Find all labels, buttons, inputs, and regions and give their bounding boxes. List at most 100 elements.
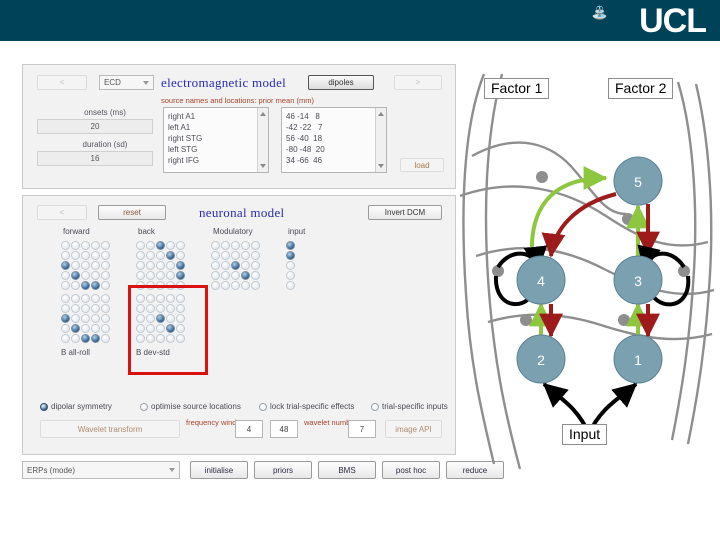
scroll-down-icon[interactable] xyxy=(378,164,384,168)
mode-select[interactable]: ERPs (mode) xyxy=(22,461,180,479)
matrix-cell-3-5[interactable] xyxy=(176,261,185,270)
matrix-cell-1-5[interactable] xyxy=(176,241,185,250)
scroll-down-icon[interactable] xyxy=(260,164,266,168)
frequency-min-input[interactable]: 4 xyxy=(235,420,263,438)
matrix-cell-1-4[interactable] xyxy=(166,241,175,250)
matrix-cell-3-2[interactable] xyxy=(221,261,230,270)
matrix-cell-2-4[interactable] xyxy=(241,251,250,260)
matrix-cell-5-1[interactable] xyxy=(286,281,295,290)
node-2[interactable]: 2 xyxy=(516,334,566,384)
matrix-cell-1-4[interactable] xyxy=(91,294,100,303)
dipoles-button[interactable]: dipoles xyxy=(308,75,374,90)
matrix-cell-1-1[interactable] xyxy=(61,241,70,250)
radio-optimise-source-locations[interactable]: optimise source locations xyxy=(140,402,241,411)
matrix-cell-4-2[interactable] xyxy=(146,271,155,280)
model-type-select[interactable]: ECD xyxy=(99,75,154,90)
node-1[interactable]: 1 xyxy=(613,334,663,384)
matrix-cell-1-5[interactable] xyxy=(251,241,260,250)
matrix-cell-4-5[interactable] xyxy=(101,324,110,333)
node-5[interactable]: 5 xyxy=(613,156,663,206)
matrix-cell-2-5[interactable] xyxy=(101,251,110,260)
list-item[interactable]: left A1 xyxy=(168,122,202,133)
matrix-cell-4-3[interactable] xyxy=(81,324,90,333)
list-item[interactable]: right STG xyxy=(168,133,202,144)
matrix-modulatory[interactable] xyxy=(211,241,261,291)
matrix-cell-3-3[interactable] xyxy=(156,261,165,270)
matrix-cell-3-1[interactable] xyxy=(286,261,295,270)
priors-button[interactable]: priors xyxy=(254,461,312,479)
matrix-cell-4-5[interactable] xyxy=(251,271,260,280)
wavelet-number-input[interactable]: 7 xyxy=(348,420,376,438)
post-hoc-button[interactable]: post hoc xyxy=(382,461,440,479)
matrix-cell-3-2[interactable] xyxy=(71,261,80,270)
matrix-cell-4-3[interactable] xyxy=(156,271,165,280)
matrix-cell-2-3[interactable] xyxy=(156,251,165,260)
matrix-cell-4-1[interactable] xyxy=(136,271,145,280)
matrix-cell-2-2[interactable] xyxy=(71,251,80,260)
matrix-cell-4-2[interactable] xyxy=(71,271,80,280)
source-names-listbox[interactable]: right A1 left A1 right STG left STG righ… xyxy=(163,107,269,173)
matrix-cell-2-2[interactable] xyxy=(221,251,230,260)
matrix-cell-4-3[interactable] xyxy=(231,271,240,280)
source-names-scrollbar[interactable] xyxy=(257,108,268,172)
matrix-cell-5-5[interactable] xyxy=(101,334,110,343)
invert-dcm-button[interactable]: Invert DCM xyxy=(368,205,442,220)
list-item[interactable]: left STG xyxy=(168,144,202,155)
matrix-cell-1-3[interactable] xyxy=(81,294,90,303)
list-item[interactable]: 56 -40 18 xyxy=(286,133,325,144)
matrix-cell-3-2[interactable] xyxy=(146,261,155,270)
matrix-cell-4-4[interactable] xyxy=(91,271,100,280)
node-4[interactable]: 4 xyxy=(516,255,566,305)
matrix-cell-3-1[interactable] xyxy=(136,261,145,270)
duration-input[interactable]: 16 xyxy=(37,151,153,166)
matrix-forward-a[interactable] xyxy=(61,241,111,291)
matrix-cell-4-5[interactable] xyxy=(101,271,110,280)
matrix-cell-5-4[interactable] xyxy=(241,281,250,290)
matrix-cell-3-3[interactable] xyxy=(81,261,90,270)
matrix-cell-1-3[interactable] xyxy=(156,241,165,250)
matrix-cell-4-1[interactable] xyxy=(286,271,295,280)
matrix-cell-1-2[interactable] xyxy=(221,241,230,250)
matrix-cell-2-1[interactable] xyxy=(286,251,295,260)
matrix-cell-4-4[interactable] xyxy=(166,271,175,280)
matrix-cell-3-1[interactable] xyxy=(61,261,70,270)
source-locations-scrollbar[interactable] xyxy=(375,108,386,172)
matrix-cell-5-3[interactable] xyxy=(81,334,90,343)
matrix-cell-4-5[interactable] xyxy=(176,271,185,280)
matrix-cell-2-1[interactable] xyxy=(136,251,145,260)
node-3[interactable]: 3 xyxy=(613,255,663,305)
matrix-cell-4-1[interactable] xyxy=(61,271,70,280)
matrix-cell-5-1[interactable] xyxy=(61,334,70,343)
neuro-prev-button[interactable]: < xyxy=(37,205,87,220)
list-item[interactable]: 46 -14 8 xyxy=(286,111,325,122)
matrix-cell-2-1[interactable] xyxy=(61,251,70,260)
matrix-cell-4-1[interactable] xyxy=(211,271,220,280)
list-item[interactable]: right A1 xyxy=(168,111,202,122)
prev-button[interactable]: < xyxy=(37,75,87,90)
matrix-cell-2-2[interactable] xyxy=(71,304,80,313)
wavelet-transform-button[interactable]: Wavelet transform xyxy=(40,420,180,438)
matrix-cell-3-2[interactable] xyxy=(71,314,80,323)
radio-trial-specific-inputs[interactable]: trial-specific inputs xyxy=(371,402,448,411)
matrix-cell-2-3[interactable] xyxy=(81,304,90,313)
matrix-forward-b[interactable] xyxy=(61,294,111,344)
matrix-cell-2-1[interactable] xyxy=(211,251,220,260)
matrix-cell-1-5[interactable] xyxy=(101,294,110,303)
scroll-up-icon[interactable] xyxy=(260,112,266,116)
list-item[interactable]: 34 -66 46 xyxy=(286,155,325,166)
initialise-button[interactable]: initialise xyxy=(190,461,248,479)
radio-lock-trial-specific-effects[interactable]: lock trial-specific effects xyxy=(259,402,354,411)
matrix-cell-2-5[interactable] xyxy=(251,251,260,260)
matrix-cell-1-2[interactable] xyxy=(71,294,80,303)
next-button[interactable]: > xyxy=(394,75,442,90)
matrix-cell-5-1[interactable] xyxy=(211,281,220,290)
matrix-cell-4-4[interactable] xyxy=(91,324,100,333)
matrix-cell-5-1[interactable] xyxy=(61,281,70,290)
frequency-max-input[interactable]: 48 xyxy=(270,420,298,438)
matrix-cell-1-4[interactable] xyxy=(91,241,100,250)
matrix-cell-3-3[interactable] xyxy=(231,261,240,270)
matrix-cell-2-4[interactable] xyxy=(91,251,100,260)
matrix-cell-3-1[interactable] xyxy=(61,314,70,323)
matrix-cell-5-5[interactable] xyxy=(251,281,260,290)
scroll-up-icon[interactable] xyxy=(378,112,384,116)
